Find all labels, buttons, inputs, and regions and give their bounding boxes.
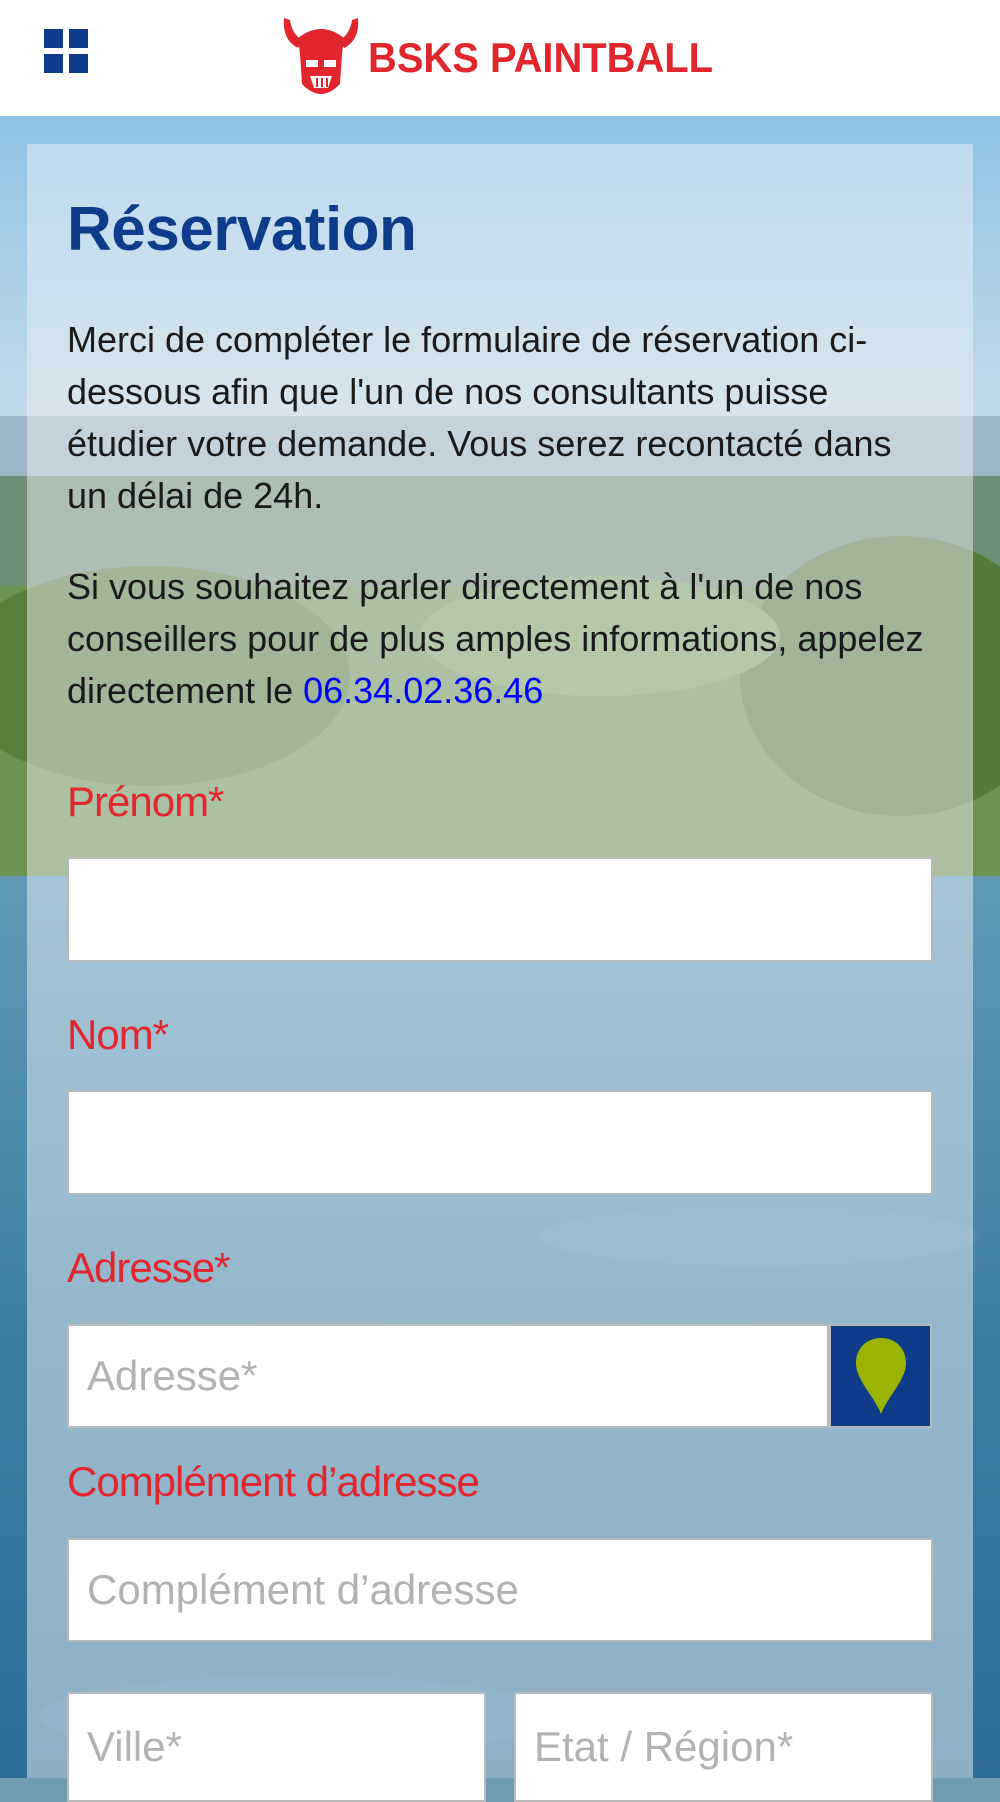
prenom-label: Prénom* bbox=[67, 778, 224, 825]
logo-text: BSKS PAINTBALL bbox=[368, 34, 714, 81]
region-input[interactable]: Etat / Région* bbox=[514, 1692, 933, 1802]
page-title: Réservation bbox=[67, 195, 417, 264]
site-header: BSKS PAINTBALL bbox=[0, 0, 1000, 116]
adresse-label: Adresse* bbox=[67, 1244, 230, 1291]
nom-label: Nom* bbox=[67, 1011, 169, 1058]
phone-link[interactable]: 06.34.02.36.46 bbox=[303, 670, 543, 711]
map-pin-icon bbox=[855, 1338, 906, 1414]
nom-input[interactable] bbox=[67, 1090, 933, 1195]
ville-input[interactable]: Ville* bbox=[67, 1692, 486, 1802]
intro-text: Merci de compléter le formulaire de rése… bbox=[67, 319, 892, 516]
site-logo[interactable]: BSKS PAINTBALL bbox=[280, 14, 731, 102]
complement-input[interactable]: Complément d’adresse bbox=[67, 1538, 933, 1642]
locate-address-button[interactable] bbox=[829, 1324, 932, 1428]
reservation-content: Réservation Merci de compléter le formul… bbox=[67, 190, 933, 711]
complement-label: Complément d’adresse bbox=[67, 1458, 480, 1505]
grid-menu-icon[interactable] bbox=[44, 29, 88, 73]
contact-text: Si vous souhaitez parler directement à l… bbox=[67, 561, 933, 717]
viking-mask-logo-icon bbox=[283, 18, 359, 94]
prenom-input[interactable] bbox=[67, 857, 933, 962]
adresse-input[interactable]: Adresse* bbox=[67, 1324, 829, 1428]
